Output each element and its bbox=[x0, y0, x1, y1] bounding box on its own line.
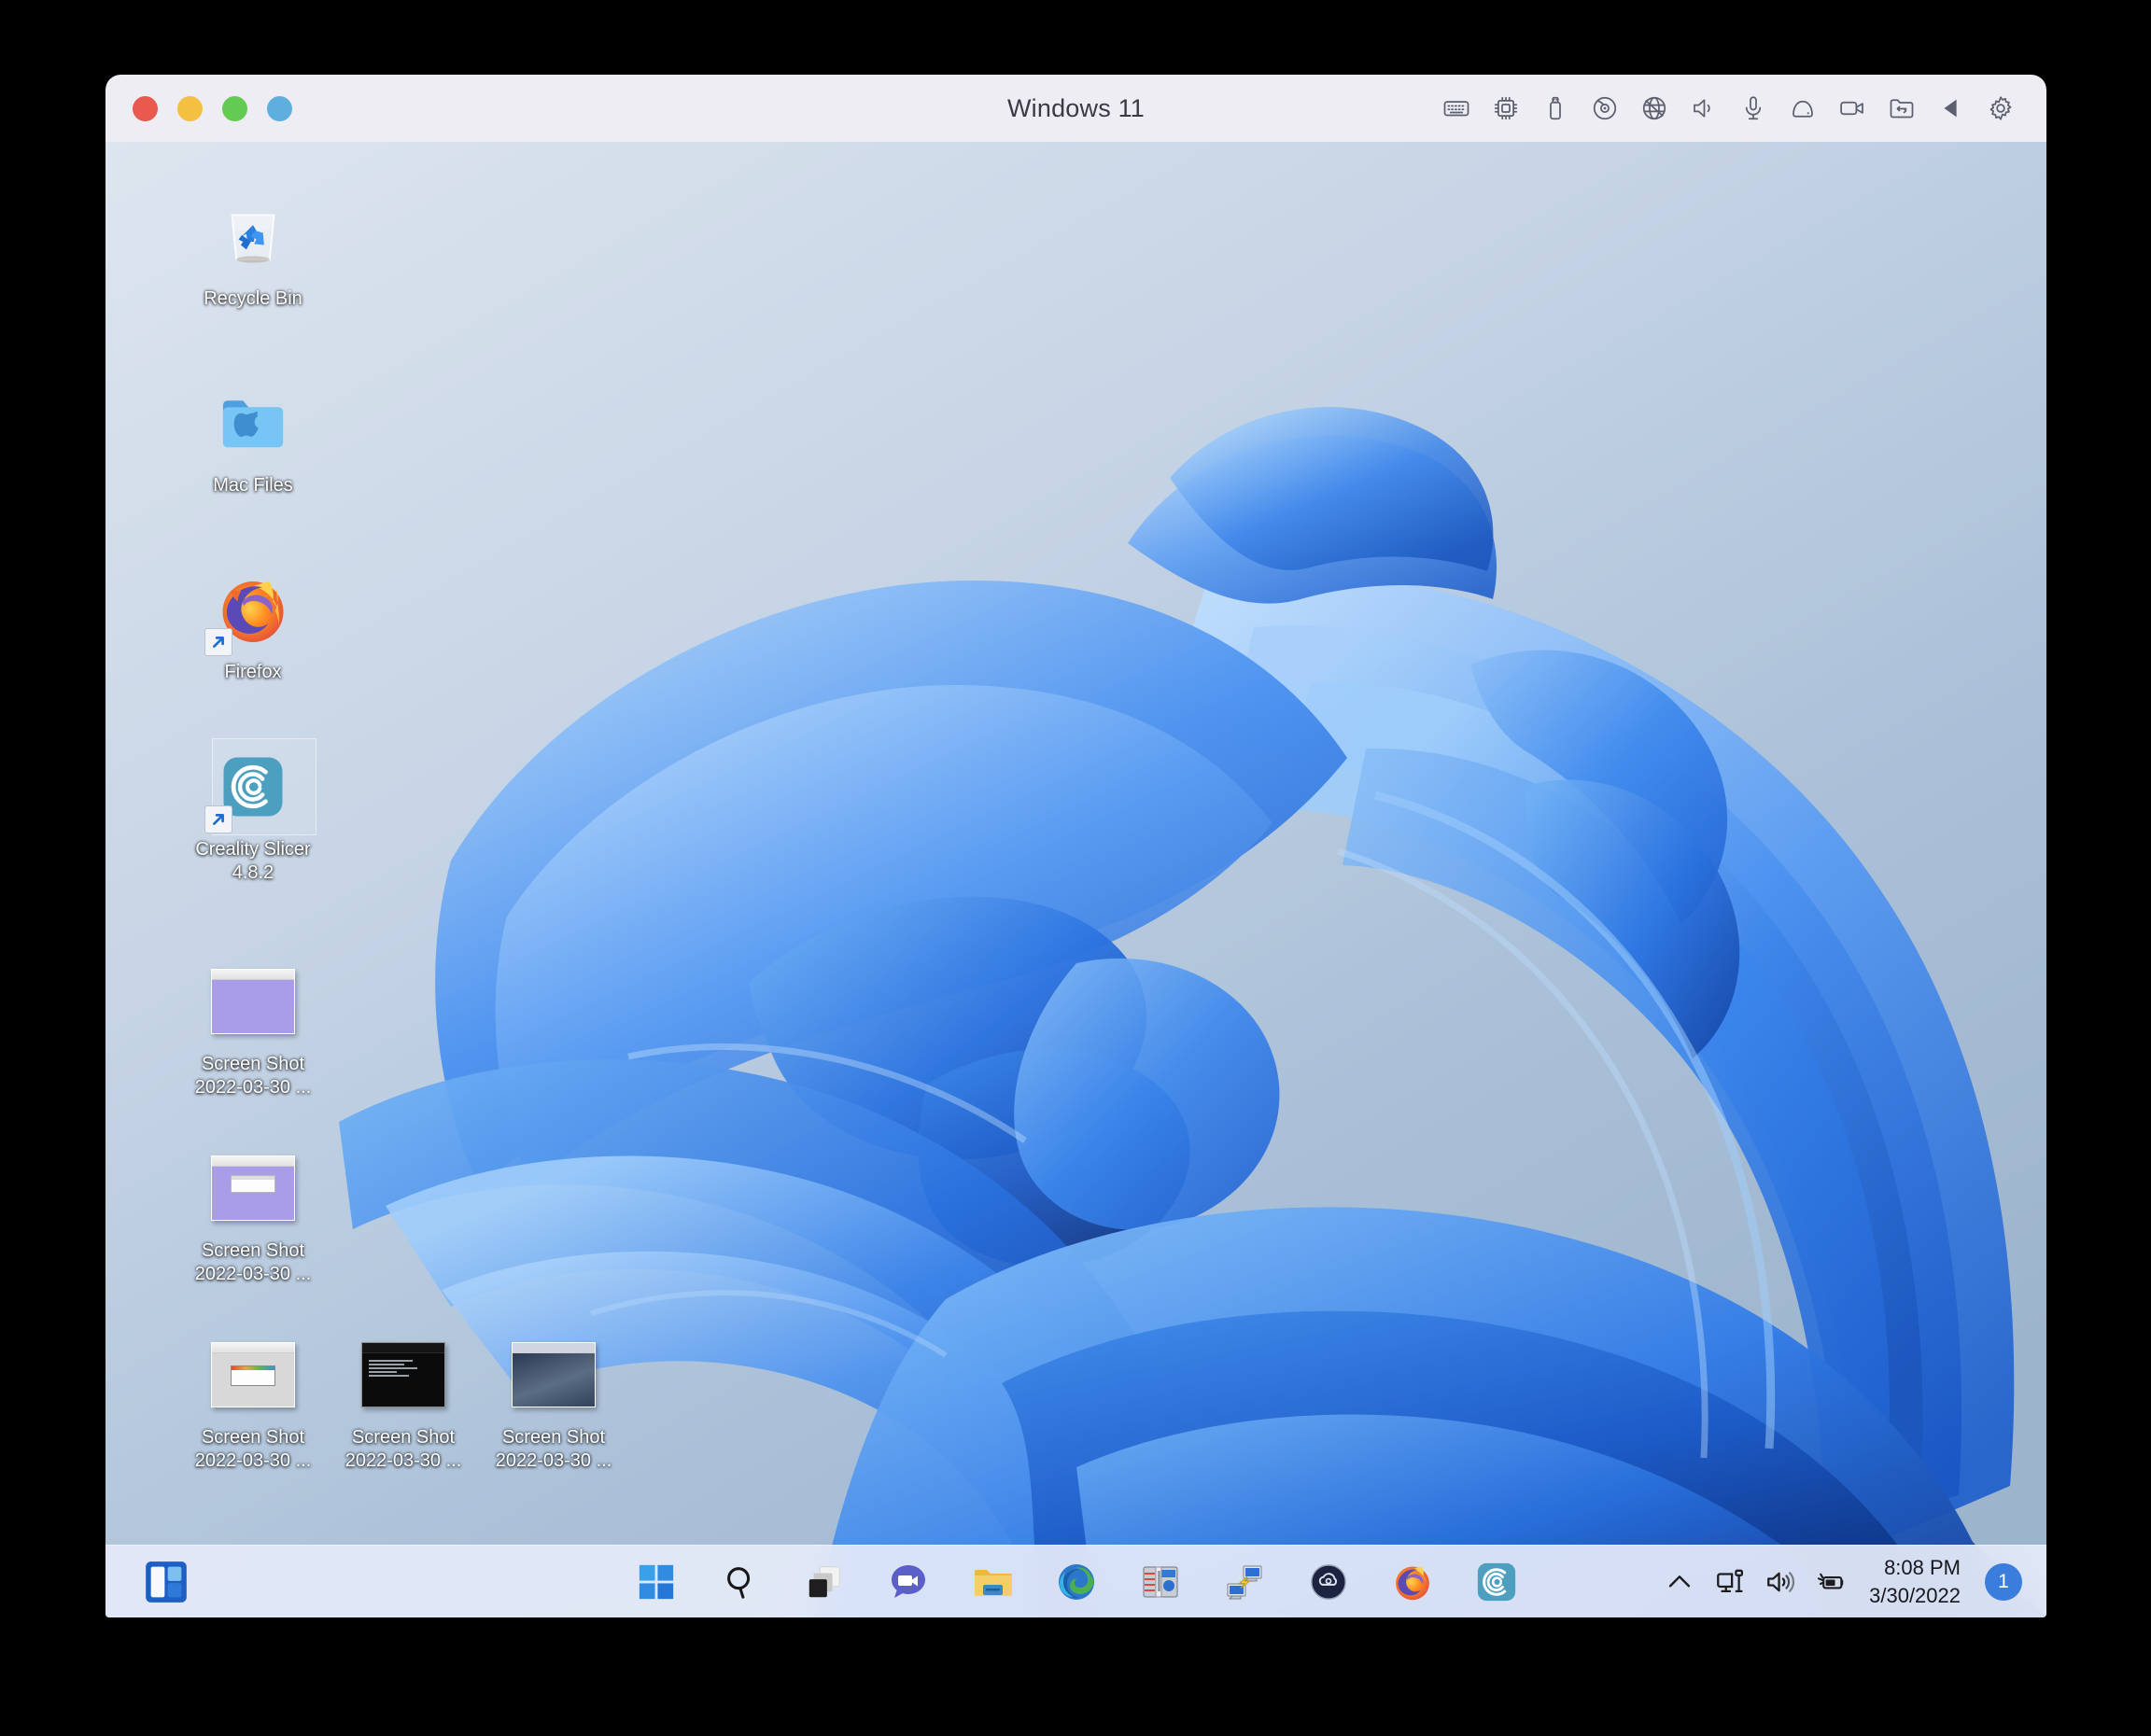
task-view-button[interactable] bbox=[797, 1555, 851, 1609]
keyboard-icon[interactable] bbox=[1442, 94, 1470, 122]
screenshot-thumbnail-icon bbox=[210, 959, 296, 1044]
minimize-button[interactable] bbox=[177, 95, 203, 121]
desktop-icon-recycle-bin[interactable]: Recycle Bin bbox=[182, 193, 324, 311]
desktop-icon-screenshot-1[interactable]: Screen Shot 2022-03-30 ... bbox=[182, 959, 324, 1099]
fullscreen-button[interactable] bbox=[267, 95, 292, 121]
recycle-bin-icon bbox=[210, 193, 296, 279]
cloud-app-button[interactable] bbox=[1301, 1555, 1356, 1609]
thumbnail-image bbox=[361, 1342, 445, 1407]
network-monitor-icon[interactable] bbox=[1714, 1566, 1746, 1598]
chevron-up-icon[interactable] bbox=[1664, 1566, 1695, 1598]
search-button[interactable] bbox=[713, 1555, 767, 1609]
screenshot-thumbnail-icon bbox=[511, 1332, 597, 1418]
close-button[interactable] bbox=[133, 95, 158, 121]
battery-charging-icon[interactable] bbox=[1815, 1566, 1847, 1598]
desktop-icon-label: Screen Shot 2022-03-30 ... bbox=[495, 1427, 612, 1471]
speaker-icon[interactable] bbox=[1690, 94, 1718, 122]
microphone-icon[interactable] bbox=[1739, 94, 1767, 122]
network-globe-icon[interactable] bbox=[1640, 94, 1668, 122]
taskbar-time: 8:08 PM bbox=[1884, 1555, 1961, 1579]
desktop-icon-label: Screen Shot 2022-03-30 ... bbox=[344, 1427, 462, 1471]
hard-drive-icon[interactable] bbox=[1789, 94, 1817, 122]
gear-icon[interactable] bbox=[1987, 94, 2015, 122]
thumbnail-image bbox=[211, 1155, 295, 1221]
file-explorer-button[interactable] bbox=[965, 1555, 1019, 1609]
maximize-button[interactable] bbox=[222, 95, 247, 121]
screenshot-thumbnail-icon bbox=[360, 1332, 446, 1418]
virtual-machine-window: Windows 11 Recycle Bin Mac Files Firefox… bbox=[105, 75, 2046, 1617]
windows-desktop[interactable]: Recycle Bin Mac Files Firefox Creality S… bbox=[105, 142, 2046, 1617]
cpu-icon[interactable] bbox=[1492, 94, 1520, 122]
desktop-icon-screenshot-5[interactable]: Screen Shot 2022-03-30 ... bbox=[483, 1332, 625, 1473]
volume-icon[interactable] bbox=[1764, 1566, 1796, 1598]
titlebar-toolbar bbox=[1442, 75, 2015, 142]
screenshot-thumbnail-icon bbox=[210, 1145, 296, 1231]
creality-slicer-button[interactable] bbox=[1469, 1555, 1524, 1609]
screenshot-thumbnail-icon bbox=[210, 1332, 296, 1418]
remote-desktop-button[interactable] bbox=[1217, 1555, 1272, 1609]
shortcut-arrow-icon bbox=[204, 805, 232, 833]
creality-slicer-icon bbox=[204, 738, 316, 835]
desktop-icon-label: Screen Shot 2022-03-30 ... bbox=[194, 1427, 312, 1471]
desktop-icon-label: Screen Shot 2022-03-30 ... bbox=[194, 1240, 312, 1284]
start-button[interactable] bbox=[629, 1555, 683, 1609]
desktop-icon-label: Creality Slicer 4.8.2 bbox=[195, 839, 311, 883]
usb-drive-icon[interactable] bbox=[1541, 94, 1569, 122]
clock-and-date[interactable]: 8:08 PM 3/30/2022 bbox=[1869, 1554, 1961, 1610]
notification-badge[interactable]: 1 bbox=[1985, 1562, 2022, 1601]
desktop-icon-screenshot-4[interactable]: Screen Shot 2022-03-30 ... bbox=[332, 1332, 474, 1473]
chat-button[interactable] bbox=[881, 1555, 935, 1609]
desktop-icon-label: Mac Files bbox=[213, 475, 293, 496]
window-titlebar: Windows 11 bbox=[105, 75, 2046, 142]
camera-icon[interactable] bbox=[1838, 94, 1866, 122]
desktop-icon-label: Recycle Bin bbox=[204, 288, 302, 309]
winzip-button[interactable] bbox=[1133, 1555, 1188, 1609]
thumbnail-image bbox=[211, 1342, 295, 1407]
microsoft-edge-button[interactable] bbox=[1049, 1555, 1104, 1609]
shortcut-arrow-icon bbox=[204, 628, 232, 656]
desktop-icon-screenshot-3[interactable]: Screen Shot 2022-03-30 ... bbox=[182, 1332, 324, 1473]
play-triangle-icon[interactable] bbox=[1937, 94, 1965, 122]
firefox-button[interactable] bbox=[1385, 1555, 1440, 1609]
desktop-icon-label: Screen Shot 2022-03-30 ... bbox=[194, 1054, 312, 1098]
shared-folder-icon[interactable] bbox=[1888, 94, 1916, 122]
windows-taskbar: 8:08 PM 3/30/2022 1 bbox=[105, 1545, 2046, 1617]
system-tray: 8:08 PM 3/30/2022 1 bbox=[1664, 1554, 2022, 1610]
desktop-icon-mac-files[interactable]: Mac Files bbox=[182, 380, 324, 497]
desktop-icon-creality-slicer[interactable]: Creality Slicer 4.8.2 bbox=[182, 738, 324, 885]
desktop-icon-label: Firefox bbox=[224, 662, 282, 682]
desktop-icon-firefox[interactable]: Firefox bbox=[182, 567, 324, 684]
desktop-icon-screenshot-2[interactable]: Screen Shot 2022-03-30 ... bbox=[182, 1145, 324, 1286]
optical-disc-icon[interactable] bbox=[1591, 94, 1619, 122]
mac-files-folder-icon bbox=[210, 380, 296, 466]
firefox-icon bbox=[204, 567, 296, 656]
traffic-light-buttons bbox=[133, 95, 292, 121]
thumbnail-image bbox=[512, 1342, 596, 1407]
thumbnail-image bbox=[211, 969, 295, 1034]
taskbar-date: 3/30/2022 bbox=[1869, 1583, 1961, 1607]
